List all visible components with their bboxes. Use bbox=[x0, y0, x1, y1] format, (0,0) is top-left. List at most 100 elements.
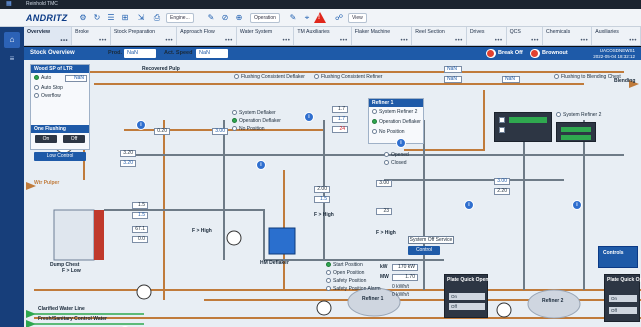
print-icon[interactable]: ⎙ bbox=[152, 13, 162, 23]
value-box[interactable]: 1.7 bbox=[332, 116, 348, 123]
tab-auxiliaries[interactable]: Auxiliaries ••• bbox=[592, 27, 641, 45]
pin-icon[interactable]: ✎ bbox=[206, 13, 216, 23]
bell-icon[interactable]: ☍ bbox=[334, 13, 344, 23]
tab-stock-preparation[interactable]: Stock Preparation ••• bbox=[111, 27, 178, 45]
control-button[interactable]: Control bbox=[408, 246, 440, 255]
engineering-dropdown[interactable]: Engine... bbox=[166, 13, 194, 23]
tag-indicator[interactable]: i bbox=[256, 160, 266, 170]
value-box[interactable]: 67.1 bbox=[132, 226, 148, 233]
auto-stop-radio[interactable]: Auto Stop bbox=[34, 85, 63, 91]
tab-approach-flow[interactable]: Approach Flow ••• bbox=[177, 27, 237, 45]
checkbox[interactable] bbox=[499, 117, 505, 123]
value-box[interactable]: 3.00 bbox=[376, 180, 392, 187]
open-position-radio[interactable]: Open Position bbox=[326, 270, 364, 276]
tab-water-system[interactable]: Water System ••• bbox=[237, 27, 295, 45]
tab-qcs[interactable]: QCS ••• bbox=[507, 27, 543, 45]
off-option[interactable]: Off bbox=[449, 303, 485, 310]
app-grid-icon[interactable]: ▦ bbox=[6, 1, 18, 8]
break-toggle[interactable] bbox=[486, 49, 496, 58]
value-box[interactable]: 0.20 bbox=[154, 128, 170, 135]
nan-field[interactable]: NaN bbox=[502, 76, 520, 83]
on-option[interactable]: On bbox=[609, 295, 637, 302]
value-box[interactable]: 1.5 bbox=[132, 202, 148, 209]
tab-flaker-machine[interactable]: Flaker Machine ••• bbox=[352, 27, 413, 45]
value-box[interactable]: 3.00 bbox=[212, 128, 228, 135]
flushing-blending-radio[interactable]: Flushing to Blending Chest bbox=[554, 74, 621, 80]
act-speed-value[interactable]: NaN bbox=[196, 49, 228, 58]
tab-label: Drives bbox=[469, 29, 485, 35]
operation-deflaker-radio[interactable]: Operation Deflaker bbox=[232, 118, 281, 124]
brownout-toggle[interactable] bbox=[530, 49, 540, 58]
flushing-deflaker-radio[interactable]: Flushing Consistent Deflaker bbox=[234, 74, 305, 80]
tag-indicator[interactable]: i bbox=[464, 200, 474, 210]
tab-label: Stock Preparation bbox=[113, 29, 156, 35]
tab-reel-section[interactable]: Reel Section ••• bbox=[412, 27, 467, 45]
opened-radio[interactable]: Opened bbox=[384, 152, 409, 158]
tab-overview[interactable]: Overview ••• bbox=[24, 27, 73, 45]
alarm-value[interactable]: 24 bbox=[332, 126, 348, 133]
value-box[interactable]: 3.20 bbox=[120, 150, 136, 157]
radio-label: Safety Position Alarm bbox=[333, 286, 381, 292]
tag-indicator[interactable]: i bbox=[136, 120, 146, 130]
auto-radio[interactable]: Auto bbox=[34, 75, 51, 81]
rail-overview-button[interactable]: ⌂ bbox=[4, 32, 20, 48]
value-box[interactable]: 3.20 bbox=[120, 160, 136, 167]
expand-icon[interactable]: ⇲ bbox=[136, 13, 146, 23]
tag-indicator[interactable]: i bbox=[572, 200, 582, 210]
off-button[interactable]: Off bbox=[63, 135, 85, 143]
overflow-radio[interactable]: Overflow bbox=[34, 93, 61, 99]
closed-radio[interactable]: Closed bbox=[384, 160, 407, 166]
view-dropdown[interactable]: View bbox=[348, 13, 367, 23]
rail-secondary-button[interactable]: ≡ bbox=[4, 51, 20, 67]
system-refiner2-radio[interactable]: System Refiner 2 bbox=[556, 112, 601, 118]
tab-chemicals[interactable]: Chemicals ••• bbox=[543, 27, 593, 45]
operation-dropdown[interactable]: Operation bbox=[250, 13, 280, 23]
filter-icon[interactable]: ⊘ bbox=[220, 13, 230, 23]
safety-alarm-radio[interactable]: Safety Position Alarm bbox=[326, 286, 381, 292]
timestamp-date: 2022-05-04 18:32:12 bbox=[593, 53, 635, 59]
value-box[interactable]: 2.20 bbox=[494, 188, 510, 195]
system-off-service-button[interactable]: System Off Service bbox=[408, 236, 454, 244]
value-box[interactable]: 2.00 bbox=[314, 186, 330, 193]
tag-indicator[interactable]: i bbox=[396, 138, 406, 148]
checkbox[interactable] bbox=[499, 127, 505, 133]
on-button[interactable]: On bbox=[35, 135, 57, 143]
on-option[interactable]: On bbox=[449, 293, 485, 300]
measure-icon[interactable]: ⌖ bbox=[302, 13, 312, 23]
trend-icon[interactable]: ⊞ bbox=[120, 13, 130, 23]
operation-radio[interactable]: Operation Deflaker bbox=[372, 119, 421, 125]
value-box[interactable]: 3.00 bbox=[494, 178, 510, 185]
value-box[interactable]: 1.5 bbox=[314, 196, 330, 203]
system-refiner-radio[interactable]: System Refiner 2 bbox=[372, 109, 417, 115]
tab-broke[interactable]: Broke ••• bbox=[72, 27, 111, 45]
value-box[interactable]: 1.7 bbox=[332, 106, 348, 113]
system-deflaker-radio[interactable]: System Deflaker bbox=[232, 110, 276, 116]
value-box[interactable]: 1.5 bbox=[132, 212, 148, 219]
value-box[interactable]: 23 bbox=[376, 208, 392, 215]
flushing-refiner-radio[interactable]: Flushing Consistent Refiner bbox=[314, 74, 382, 80]
tool-icon[interactable]: ✎ bbox=[288, 13, 298, 23]
no-position-radio[interactable]: No Position bbox=[232, 126, 265, 132]
mw-value[interactable]: 1.70 bbox=[392, 274, 418, 281]
alarm-list-icon[interactable]: ☰ bbox=[106, 13, 116, 23]
nan-field[interactable]: NaN bbox=[444, 76, 462, 83]
nan-field[interactable]: NaN bbox=[444, 66, 462, 73]
no-position-radio[interactable]: No Position bbox=[372, 129, 405, 135]
warning-icon[interactable]: ! bbox=[314, 12, 326, 23]
tag-indicator[interactable]: i bbox=[304, 112, 314, 122]
low-control-button[interactable]: Low Control bbox=[34, 152, 86, 161]
value-box[interactable]: 0.0 bbox=[132, 236, 148, 243]
power-value[interactable]: 170 kW bbox=[392, 264, 418, 271]
radio-label: Flushing Consistent Refiner bbox=[321, 74, 383, 80]
settings-icon[interactable]: ⚙ bbox=[78, 13, 88, 23]
tab-label: Flaker Machine bbox=[354, 29, 391, 35]
off-option[interactable]: Off bbox=[609, 307, 637, 314]
auto-value[interactable]: NaN bbox=[65, 75, 87, 82]
prod-value[interactable]: NaN bbox=[124, 49, 156, 58]
start-position-radio[interactable]: Start Position bbox=[326, 262, 363, 268]
safety-position-radio[interactable]: Safety Position bbox=[326, 278, 366, 284]
tab-tm-auxiliaries[interactable]: TM Auxiliaries ••• bbox=[294, 27, 352, 45]
tab-drives[interactable]: Drives ••• bbox=[467, 27, 507, 45]
zoom-icon[interactable]: ⊕ bbox=[234, 13, 244, 23]
refresh-icon[interactable]: ↻ bbox=[92, 13, 102, 23]
